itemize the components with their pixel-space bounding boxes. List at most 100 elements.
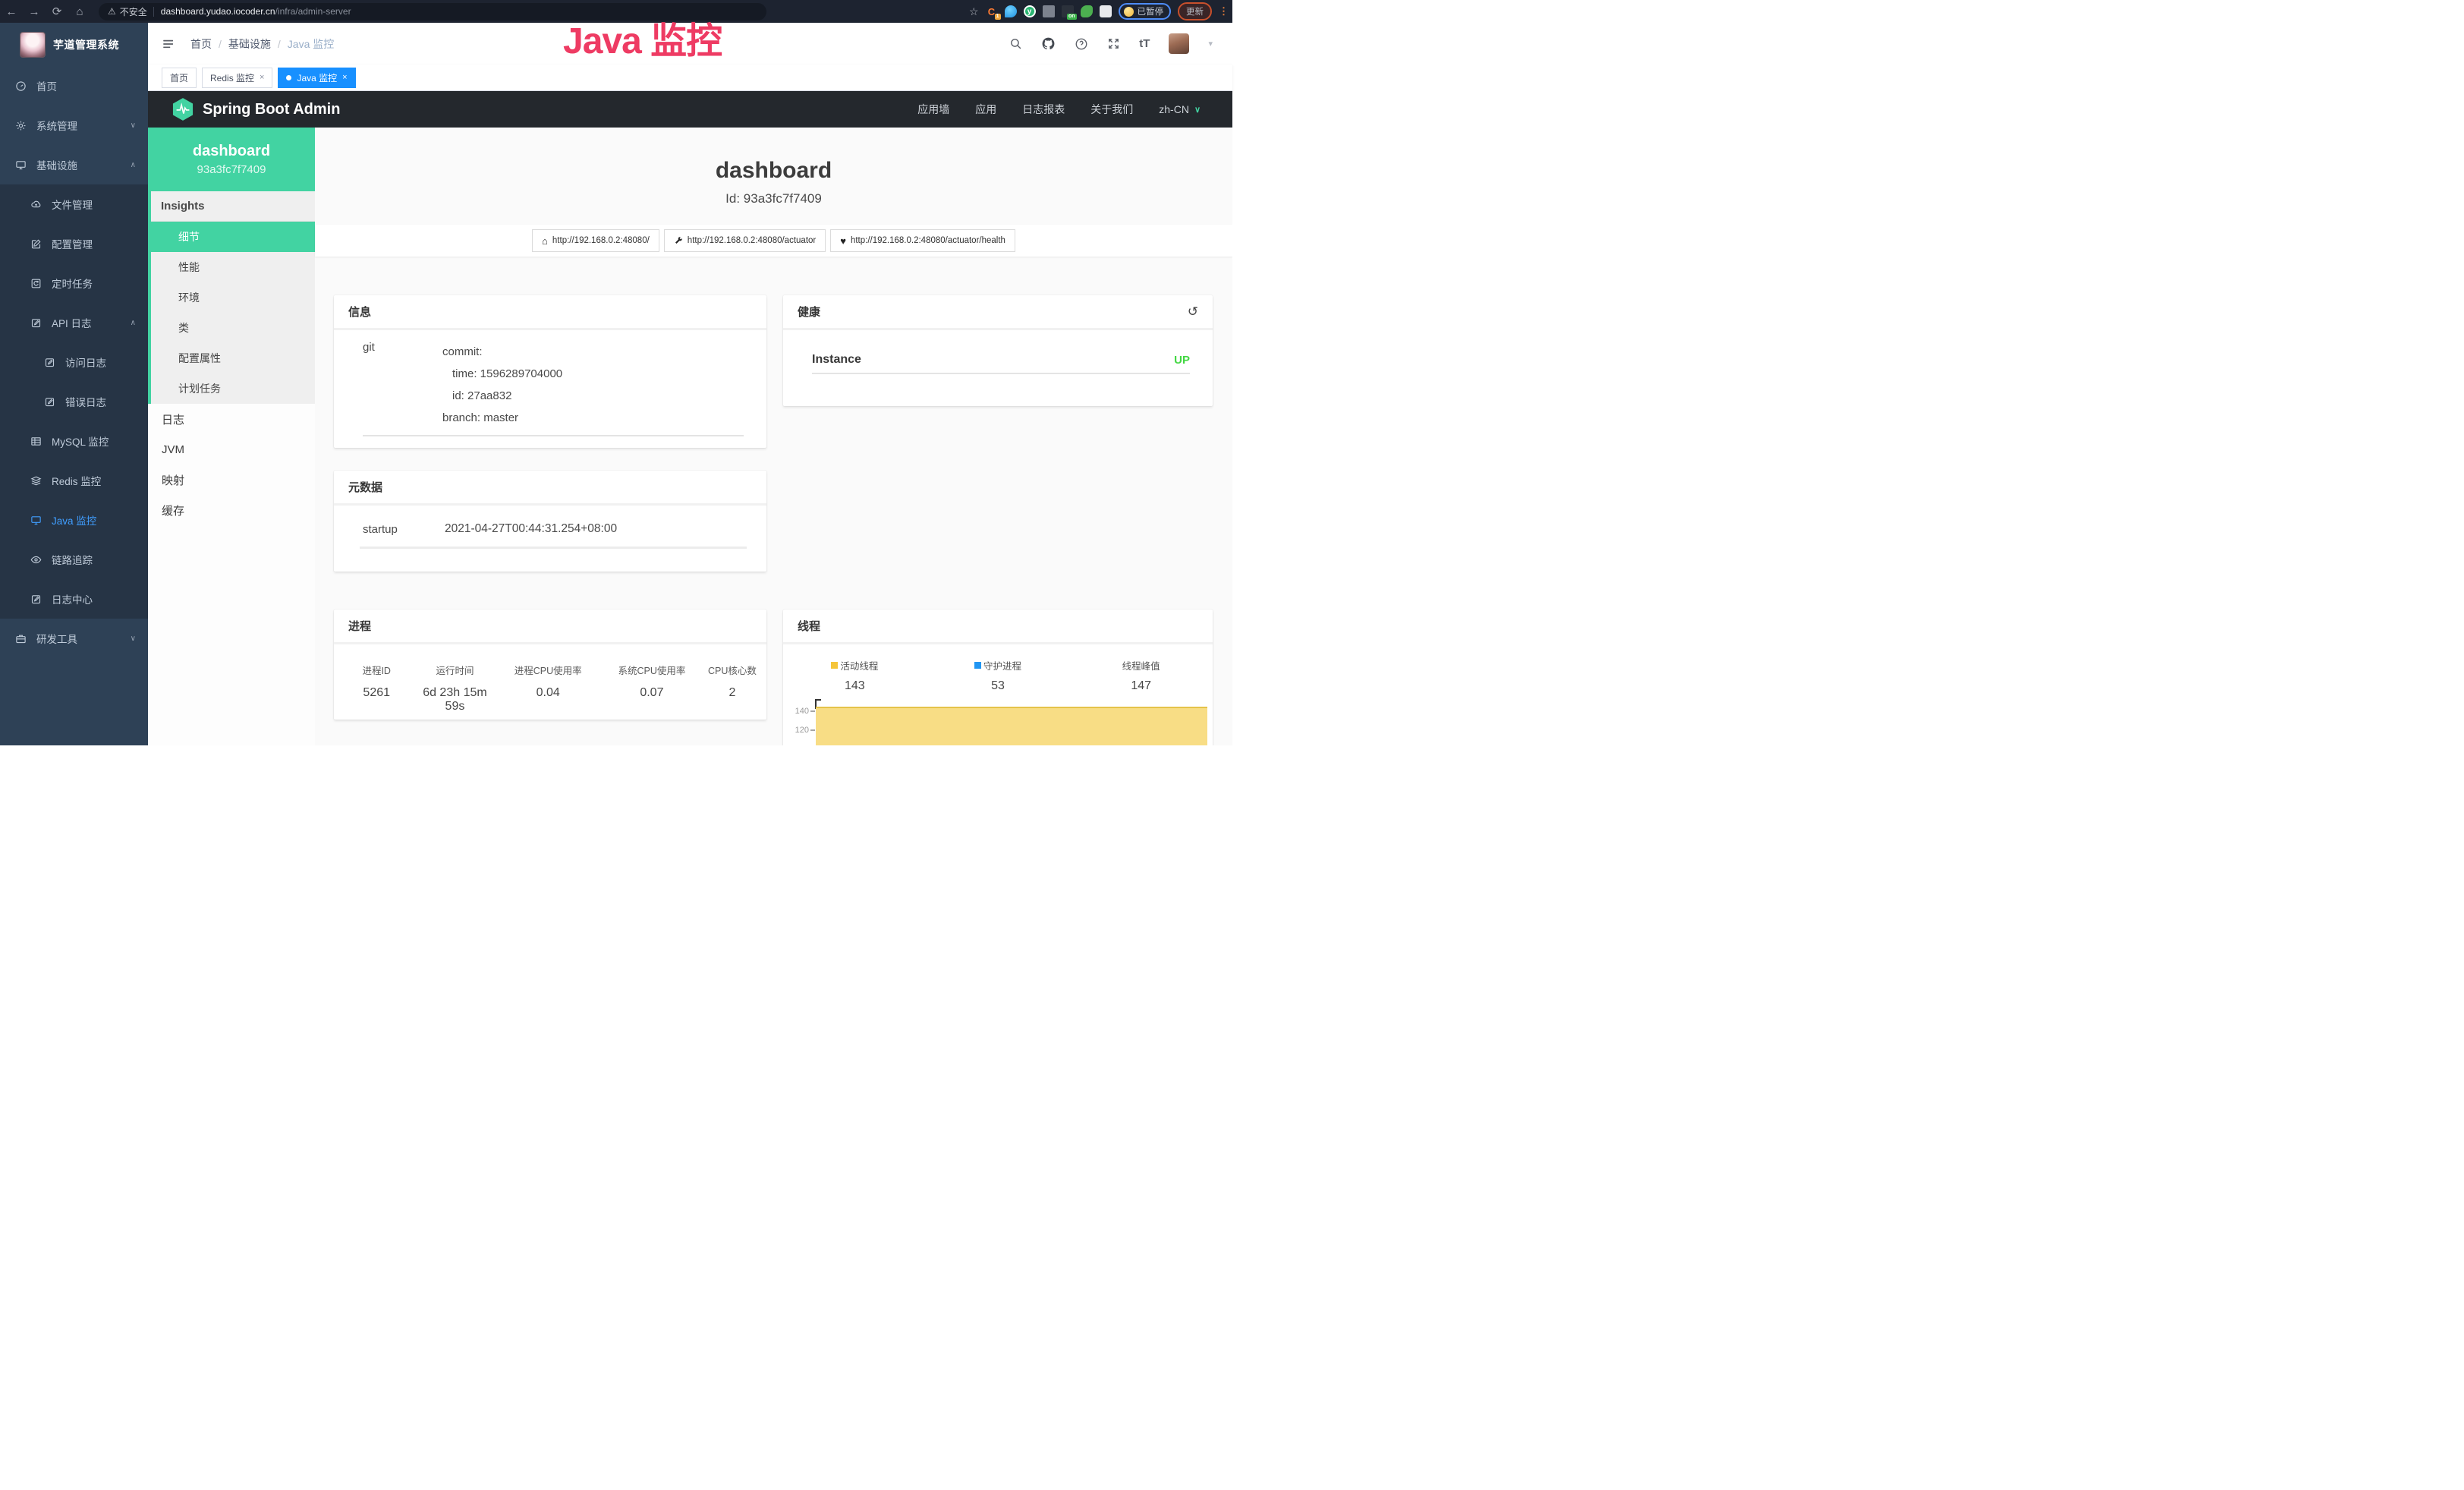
actuator-url-button[interactable]: http://192.168.0.2:48080/actuator: [664, 229, 826, 252]
search-icon[interactable]: [1009, 37, 1022, 50]
sba-logo-icon: [172, 97, 194, 121]
tab-home[interactable]: 首页: [162, 68, 197, 88]
instance-links-band: ⌂ http://192.168.0.2:48080/ http://192.1…: [315, 225, 1232, 257]
health-url-button[interactable]: ♥ http://192.168.0.2:48080/actuator/heal…: [830, 229, 1015, 252]
fullscreen-icon[interactable]: [1107, 37, 1120, 50]
extension-c-icon[interactable]: C1: [986, 5, 998, 17]
tab-java-monitor[interactable]: Java 监控 ×: [278, 68, 355, 88]
history-icon[interactable]: ↺: [1188, 304, 1198, 320]
sba-nav-journal[interactable]: 日志报表: [1022, 102, 1065, 117]
url-path: /infra/admin-server: [275, 6, 351, 17]
sidebar-item-dev-tools[interactable]: 研发工具 ∨: [0, 619, 148, 658]
sidebar-item-java-monitor[interactable]: Java 监控: [0, 500, 148, 540]
sidebar-item-access-logs[interactable]: 访问日志: [0, 342, 148, 382]
breadcrumb-infrastructure[interactable]: 基础设施: [228, 36, 271, 52]
sidebar-item-system-management[interactable]: 系统管理 ∨: [0, 106, 148, 145]
instance-menu-details[interactable]: 细节: [148, 222, 315, 252]
instance-menu-config-props[interactable]: 配置属性: [151, 343, 315, 373]
instance-menu-caches[interactable]: 缓存: [148, 495, 315, 525]
caret-down-icon[interactable]: ▾: [1208, 39, 1213, 49]
browser-menu-icon[interactable]: ⋮: [1219, 5, 1226, 17]
sba-nav-about[interactable]: 关于我们: [1090, 102, 1133, 117]
sidebar-item-mysql-monitor[interactable]: MySQL 监控: [0, 421, 148, 461]
extensions-puzzle-icon[interactable]: [1100, 5, 1112, 17]
profile-paused-chip[interactable]: 已暂停: [1119, 3, 1172, 20]
sidebar-item-label: 文件管理: [52, 197, 93, 212]
close-icon[interactable]: ×: [342, 73, 347, 82]
github-icon[interactable]: [1041, 36, 1056, 51]
extension-switch-icon[interactable]: on: [1062, 5, 1074, 17]
browser-back-button[interactable]: ←: [0, 5, 23, 18]
home-icon: ⌂: [542, 235, 548, 247]
edit-square-icon: [44, 396, 56, 408]
sidebar-item-scheduled-jobs[interactable]: 定时任务: [0, 263, 148, 303]
browser-home-button[interactable]: ⌂: [68, 5, 91, 18]
sidebar-item-log-center[interactable]: 日志中心: [0, 579, 148, 619]
sidebar-item-infrastructure[interactable]: 基础设施 ∧: [0, 145, 148, 184]
edit-square-icon: [30, 317, 42, 329]
font-size-icon[interactable]: tT: [1139, 37, 1150, 50]
val-cpu-cores: 2: [703, 686, 762, 713]
breadcrumb-separator: /: [219, 38, 222, 50]
legend-label: 守护进程: [983, 658, 1021, 673]
instance-menu-environment[interactable]: 环境: [151, 282, 315, 313]
avatar[interactable]: [1169, 33, 1189, 54]
sba-nav-wallboard[interactable]: 应用墙: [917, 102, 949, 117]
browser-forward-button[interactable]: →: [23, 5, 46, 18]
browser-reload-button[interactable]: ⟳: [46, 5, 68, 18]
y-tick-mark: [810, 710, 815, 712]
gear-icon: [15, 120, 27, 131]
app-logo[interactable]: 芋道管理系统: [0, 23, 148, 66]
instance-menu-scheduled-tasks[interactable]: 计划任务: [151, 373, 315, 404]
browser-update-button[interactable]: 更新: [1178, 2, 1212, 20]
tab-label: Redis 监控: [210, 71, 254, 84]
service-url-label: http://192.168.0.2:48080/: [552, 236, 650, 245]
metadata-card: 元数据 startup 2021-04-27T00:44:31.254+08:0…: [334, 471, 766, 572]
extension-c-badge: 1: [995, 14, 1001, 20]
sidebar-item-file-management[interactable]: 文件管理: [0, 184, 148, 224]
process-card-title: 进程: [348, 618, 371, 634]
extension-grid-icon[interactable]: [1043, 5, 1055, 17]
help-icon[interactable]: [1075, 37, 1088, 51]
extension-y-icon[interactable]: y: [1024, 5, 1036, 17]
sidebar-item-home[interactable]: 首页: [0, 66, 148, 106]
instance-menu-logs[interactable]: 日志: [148, 404, 315, 434]
edit-square-icon: [30, 594, 42, 605]
app-sidebar: 芋道管理系统 首页 系统管理 ∨ 基础设施 ∧ 文件管理 配置管理 定时任务: [0, 23, 148, 745]
hamburger-icon[interactable]: [162, 37, 175, 51]
sba-nav-applications[interactable]: 应用: [975, 102, 996, 117]
not-secure-label[interactable]: 不安全: [120, 5, 147, 18]
sidebar-item-config-management[interactable]: 配置管理: [0, 224, 148, 263]
chevron-down-icon: ∨: [131, 121, 136, 130]
sidebar-item-redis-monitor[interactable]: Redis 监控: [0, 461, 148, 500]
close-icon[interactable]: ×: [260, 73, 264, 82]
chevron-up-icon: ∧: [131, 161, 136, 169]
tab-redis-monitor[interactable]: Redis 监控 ×: [202, 68, 272, 88]
page-title: dashboard: [315, 158, 1232, 184]
sidebar-item-error-logs[interactable]: 错误日志: [0, 382, 148, 421]
sidebar-item-tracing[interactable]: 链路追踪: [0, 540, 148, 579]
service-url-button[interactable]: ⌂ http://192.168.0.2:48080/: [532, 229, 659, 252]
info-card-title: 信息: [348, 304, 371, 320]
git-time-line: time: 1596289704000: [442, 363, 562, 385]
instance-menu-mappings[interactable]: 映射: [148, 465, 315, 495]
legend-value: 147: [1069, 679, 1213, 693]
y-tick-120: 120: [788, 726, 809, 735]
git-id-line: id: 27aa832: [442, 385, 562, 407]
sidebar-item-label: 系统管理: [36, 118, 77, 133]
sidebar-item-label: Redis 监控: [52, 473, 101, 488]
paused-label: 已暂停: [1138, 5, 1164, 17]
instance-menu-classes[interactable]: 类: [151, 313, 315, 343]
sba-brand[interactable]: Spring Boot Admin: [203, 101, 340, 118]
sidebar-item-label: 基础设施: [36, 157, 77, 172]
chevron-up-icon: ∧: [131, 319, 136, 327]
instance-menu-jvm[interactable]: JVM: [148, 434, 315, 465]
instance-menu-metrics[interactable]: 性能: [151, 252, 315, 282]
extension-leaf-icon[interactable]: [1081, 5, 1093, 17]
breadcrumb-home[interactable]: 首页: [190, 36, 212, 52]
bookmark-star-icon[interactable]: ☆: [969, 5, 979, 18]
health-instance-row: Instance UP: [783, 330, 1213, 367]
sidebar-item-api-logs[interactable]: API 日志 ∧: [0, 303, 148, 342]
sba-locale-select[interactable]: zh-CN ∨: [1159, 103, 1201, 115]
extension-pin-icon[interactable]: [1005, 5, 1017, 17]
